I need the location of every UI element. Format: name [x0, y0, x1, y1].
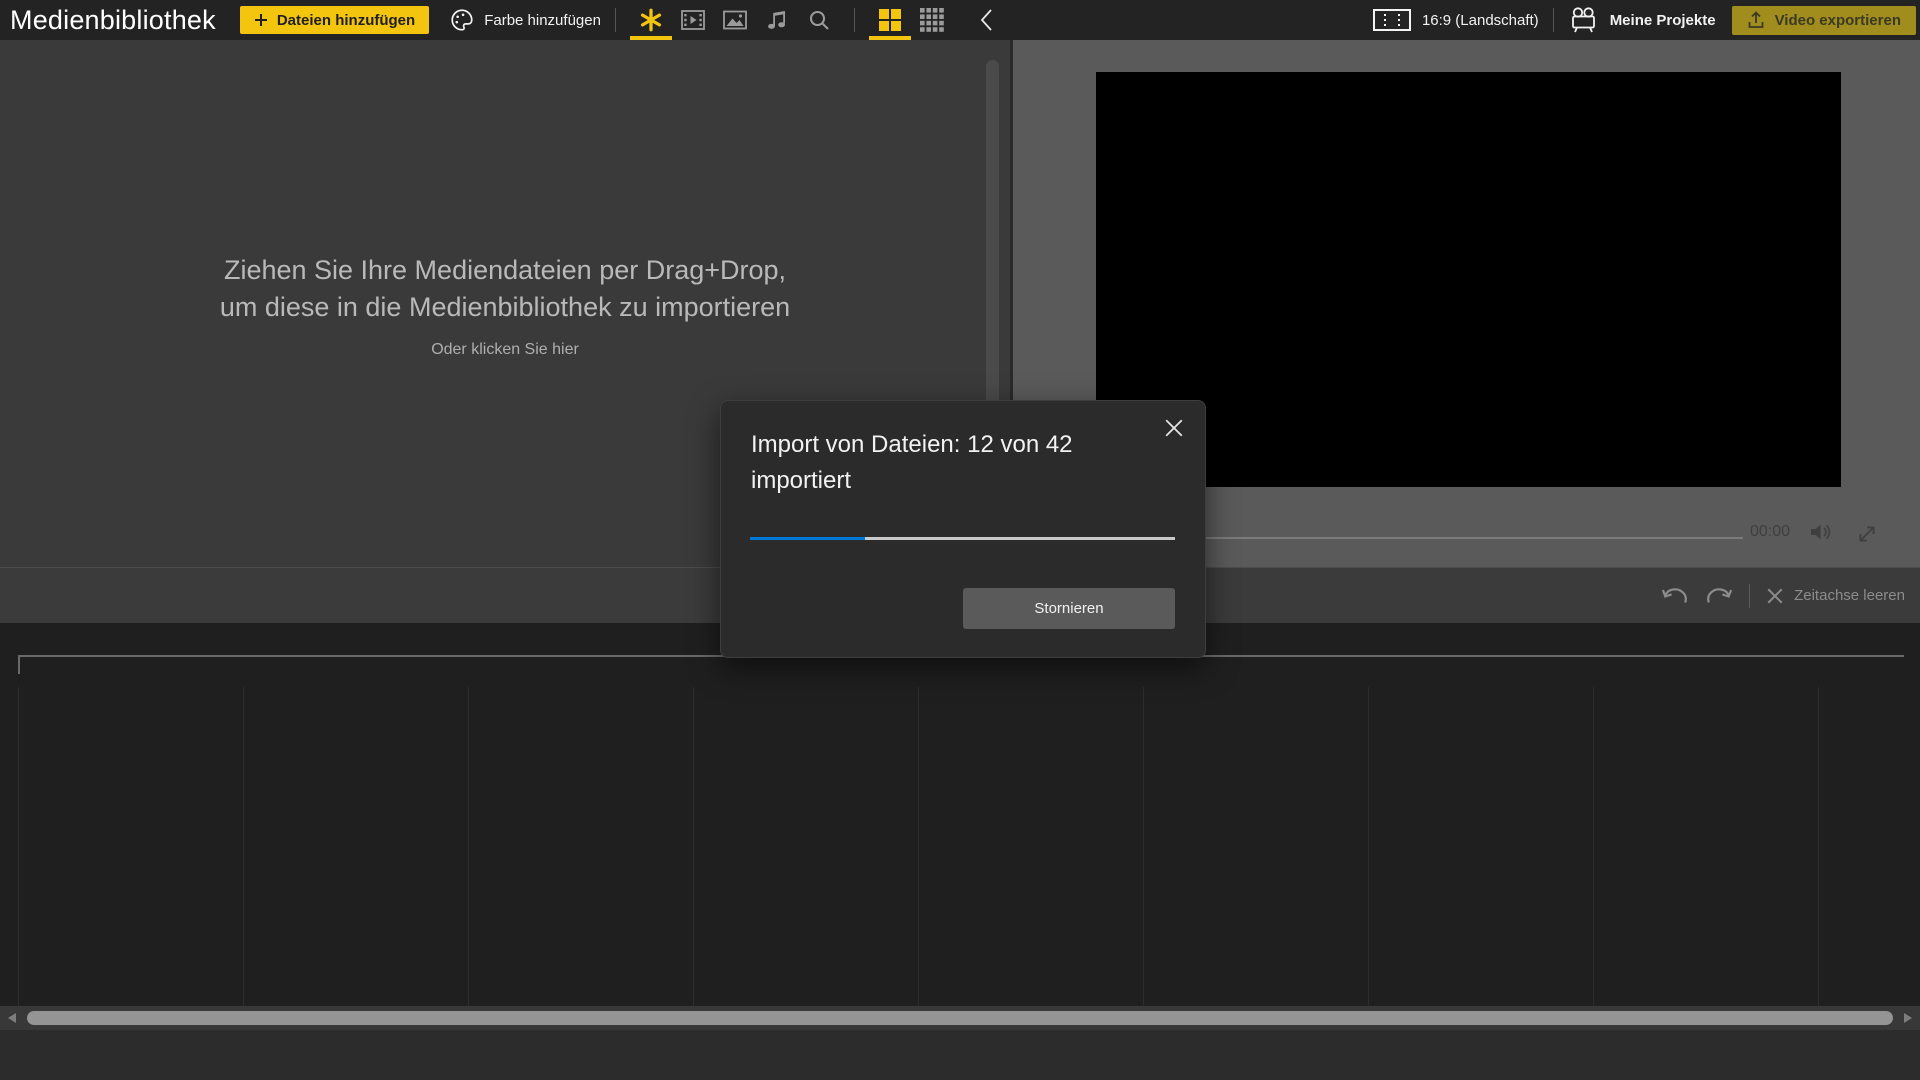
divider	[854, 8, 855, 32]
page-title: Medienbibliothek	[10, 5, 216, 36]
export-video-button[interactable]: Video exportieren	[1732, 6, 1916, 35]
add-color-button[interactable]: Farbe hinzufügen	[449, 7, 601, 33]
redo-button[interactable]	[1697, 578, 1739, 614]
dropzone-hint: Oder klicken Sie hier	[0, 341, 1010, 359]
dialog-close-button[interactable]	[1161, 415, 1187, 441]
import-progress-fill	[750, 537, 865, 540]
tab-image-media[interactable]	[714, 0, 756, 40]
fullscreen-icon	[1856, 523, 1878, 545]
timeline-panel[interactable]	[0, 623, 1920, 1006]
tab-search-media[interactable]	[798, 0, 840, 40]
dropzone-line2: um diese in die Medienbibliothek zu impo…	[0, 289, 1010, 326]
add-files-button[interactable]: Dateien hinzufügen	[240, 6, 429, 34]
timeline-scrollbar-thumb[interactable]	[27, 1011, 1893, 1025]
export-video-label: Video exportieren	[1775, 12, 1901, 29]
timeline-scrollbar[interactable]	[0, 1006, 1920, 1030]
add-icon	[254, 13, 268, 27]
fullscreen-button[interactable]	[1856, 523, 1878, 545]
collapse-panel-button[interactable]	[971, 0, 1001, 40]
cancel-import-label: Stornieren	[1034, 600, 1103, 617]
divider	[615, 8, 616, 32]
dropzone-line1: Ziehen Sie Ihre Mediendateien per Drag+D…	[0, 252, 1010, 289]
grid-large-icon	[877, 7, 903, 33]
scroll-left-icon[interactable]	[8, 1013, 16, 1023]
video-media-icon	[680, 8, 706, 32]
volume-button[interactable]	[1808, 521, 1834, 543]
top-bar-right: 16:9 (Landschaft) Meine Projekte	[1372, 6, 1916, 35]
bottom-strip	[0, 1030, 1920, 1080]
media-dropzone[interactable]: Ziehen Sie Ihre Mediendateien per Drag+D…	[0, 252, 1010, 359]
clear-timeline-icon	[1766, 587, 1784, 605]
tab-music-media[interactable]	[756, 0, 798, 40]
add-color-label: Farbe hinzufügen	[484, 12, 601, 29]
undo-button[interactable]	[1655, 578, 1697, 614]
redo-icon	[1702, 584, 1734, 608]
scroll-right-icon[interactable]	[1904, 1013, 1912, 1023]
cancel-import-button[interactable]: Stornieren	[963, 588, 1175, 629]
playback-time: 00:00	[1750, 523, 1790, 541]
my-projects-label: Meine Projekte	[1610, 12, 1716, 29]
my-projects-button[interactable]: Meine Projekte	[1568, 6, 1716, 34]
timeline-grid	[18, 687, 1823, 1006]
tab-video-media[interactable]	[672, 0, 714, 40]
video-editor-app: Medienbibliothek Dateien hinzufügen Farb…	[0, 0, 1920, 1080]
import-progress-dialog: Import von Dateien: 12 von 42 importiert…	[720, 400, 1206, 658]
grid-small-icon	[919, 7, 945, 33]
image-media-icon	[722, 8, 748, 32]
view-grid-large-button[interactable]	[869, 0, 911, 40]
tab-starred-media[interactable]	[630, 0, 672, 40]
aspect-ratio-label: 16:9 (Landschaft)	[1422, 12, 1539, 29]
divider	[1749, 584, 1750, 608]
palette-icon	[449, 7, 475, 33]
search-icon	[807, 8, 831, 32]
upload-icon	[1747, 11, 1765, 29]
collapse-panel-icon	[979, 8, 993, 32]
clear-timeline-label: Zeitachse leeren	[1794, 587, 1905, 604]
top-bar: Medienbibliothek Dateien hinzufügen Farb…	[0, 0, 1920, 40]
video-canvas	[1096, 72, 1841, 487]
import-progress-bar	[750, 537, 1175, 540]
divider	[1553, 8, 1554, 32]
starred-media-icon	[638, 7, 664, 33]
aspect-ratio-button[interactable]: 16:9 (Landschaft)	[1372, 7, 1539, 33]
dialog-title: Import von Dateien: 12 von 42 importiert	[751, 427, 1159, 499]
clear-timeline-button[interactable]: Zeitachse leeren	[1766, 587, 1905, 605]
add-files-label: Dateien hinzufügen	[277, 12, 415, 29]
close-icon	[1164, 418, 1184, 438]
volume-icon	[1808, 521, 1834, 543]
projects-camera-icon	[1568, 6, 1600, 34]
aspect-ratio-icon	[1372, 7, 1412, 33]
undo-icon	[1660, 584, 1692, 608]
music-media-icon	[765, 8, 789, 32]
timeline-ruler-tick	[18, 655, 20, 674]
view-grid-small-button[interactable]	[911, 0, 953, 40]
